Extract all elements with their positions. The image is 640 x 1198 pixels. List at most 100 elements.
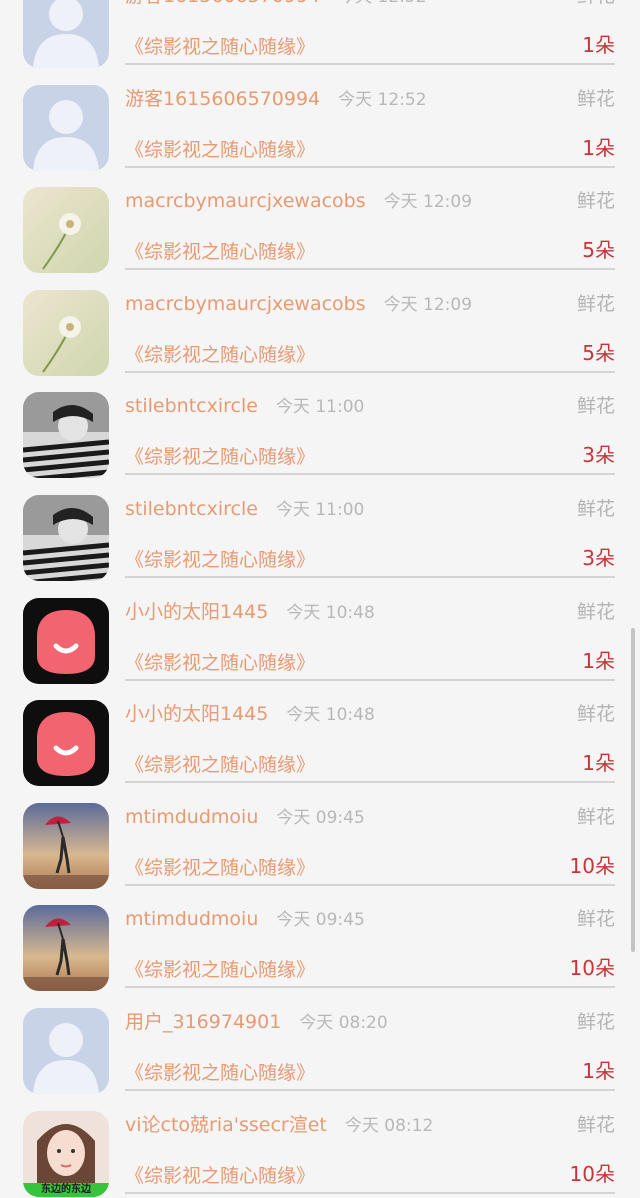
gift-record-row[interactable]: stilebntcxircle 今天 11:00 鲜花《综影视之随心随缘》 3朵: [0, 392, 640, 495]
gift-time: 今天 10:48: [286, 602, 375, 623]
book-title[interactable]: 《综影视之随心随缘》: [125, 750, 315, 780]
gift-record-row[interactable]: 游客1615606570994 今天 12:52 鲜花《综影视之随心随缘》 1朵: [0, 0, 640, 85]
gift-amount: 5朵: [582, 340, 615, 365]
user-name-text[interactable]: mtimdudmoiu: [125, 908, 258, 930]
user-name-text[interactable]: stilebntcxircle: [125, 498, 258, 520]
portrait-photo-icon[interactable]: [23, 495, 109, 581]
book-title[interactable]: 《综影视之随心随缘》: [125, 853, 315, 883]
gift-amount: 10朵: [569, 1161, 615, 1186]
user-name-text[interactable]: stilebntcxircle: [125, 395, 258, 417]
user-name[interactable]: 小小的太阳1445 今天 10:48: [125, 700, 375, 728]
gift-time: 今天 11:00: [275, 397, 365, 418]
book-title[interactable]: 《综影视之随心随缘》: [125, 135, 315, 165]
gift-type: 鲜花: [576, 1011, 615, 1033]
gift-record-row[interactable]: macrcbymaurcjxewacobs 今天 12:09 鲜花 《综影视之随心随缘…: [0, 289, 640, 393]
row-divider: [125, 781, 615, 784]
default-user-icon[interactable]: [23, 84, 109, 171]
smile-app-icon[interactable]: [23, 597, 109, 684]
user-name[interactable]: 小小的太阳1445 今天 10:48: [125, 598, 375, 626]
gift-time: 今天 08:12: [344, 1115, 434, 1136]
gift-time: 今天 12:52: [338, 0, 426, 7]
gift-record-row[interactable]: 小小的太阳1445 今天 10:48 鲜花《综影视之随心随缘》 1朵: [0, 597, 640, 701]
gift-amount: 1朵: [582, 33, 615, 57]
user-name[interactable]: 游客1615606570994 今天 12:52: [125, 85, 427, 113]
gift-amount: 1朵: [582, 135, 615, 160]
book-title[interactable]: 《综影视之随心随缘》: [125, 1058, 315, 1088]
gift-record-row[interactable]: stilebntcxircle 今天 11:00 鲜花《综影视之随心随缘》 3朵: [0, 495, 640, 598]
row-divider: [125, 883, 615, 886]
user-name-text[interactable]: 小小的太阳1445: [125, 601, 268, 623]
gift-record-row[interactable]: 小小的太阳1445 今天 10:48 鲜花《综影视之随心随缘》 1朵: [0, 700, 640, 803]
user-name[interactable]: stilebntcxircle 今天 11:00: [125, 495, 364, 523]
dandelion-icon[interactable]: [23, 187, 109, 274]
gift-record-row[interactable]: mtimdudmoiu 今天 09:45 鲜花《综影视之随心随缘》 10朵: [0, 905, 640, 1008]
book-title[interactable]: 《综影视之随心随缘》: [125, 237, 315, 267]
user-name-text[interactable]: macrcbymaurcjxewacobs: [125, 293, 366, 315]
user-name-text[interactable]: mtimdudmoiu: [125, 806, 258, 828]
default-user-icon[interactable]: [23, 0, 109, 68]
row-divider: [125, 268, 615, 271]
umbrella-girl-icon[interactable]: [23, 905, 109, 992]
book-title[interactable]: 《综影视之随心随缘》: [125, 955, 315, 985]
book-title[interactable]: 《综影视之随心随缘》: [125, 32, 315, 62]
gift-amount: 3朵: [582, 443, 615, 468]
gift-time: 今天 09:45: [276, 910, 365, 931]
gift-amount: 10朵: [569, 956, 615, 981]
row-divider: [125, 473, 615, 476]
book-title[interactable]: 《综影视之随心随缘》: [125, 442, 315, 472]
book-title[interactable]: 《综影视之随心随缘》: [125, 648, 315, 678]
gift-record-row[interactable]: 用户_316974901 今天 08:20 鲜花《综影视之随心随缘》 1朵: [0, 1008, 640, 1111]
dandelion-icon[interactable]: [23, 289, 109, 376]
gift-amount: 1朵: [582, 751, 615, 776]
user-name[interactable]: 用户_316974901 今天 08:20: [125, 1008, 388, 1036]
user-name-text[interactable]: 用户_316974901: [125, 1011, 281, 1033]
umbrella-girl-icon[interactable]: [23, 802, 109, 889]
user-name[interactable]: 游客1615606570994 今天 12:52: [125, 0, 427, 10]
gift-time: 今天 08:20: [299, 1013, 388, 1033]
gift-record-row[interactable]: macrcbymaurcjxewacobs 今天 12:09 鲜花《综影视之随心随缘…: [0, 187, 640, 290]
gift-record-row[interactable]: mtimdudmoiu 今天 09:45 鲜花 《综影视之随心随缘》 10朵: [0, 802, 640, 906]
gift-amount: 3朵: [582, 546, 615, 570]
book-title[interactable]: 《综影视之随心随缘》: [125, 1161, 315, 1191]
gift-amount: 5朵: [582, 238, 615, 263]
gift-type: 鲜花: [576, 703, 615, 726]
gift-time: 今天 10:48: [286, 705, 375, 726]
user-name-text[interactable]: 小小的太阳1445: [125, 703, 268, 725]
girl-photo-icon[interactable]: 东边的东边: [23, 1110, 109, 1197]
gift-type: 鲜花: [576, 87, 615, 110]
row-divider: [125, 678, 615, 681]
user-name[interactable]: mtimdudmoiu 今天 09:45: [125, 803, 365, 831]
portrait-photo-icon[interactable]: [23, 392, 109, 479]
gift-record-row[interactable]: 东边的东边 vi论cto兢ria'ssecr渲et 今天 08:12 鲜花《综影视之随…: [0, 1110, 640, 1198]
smile-app-icon[interactable]: [23, 700, 109, 787]
gift-type: 鲜花: [576, 395, 615, 418]
user-name[interactable]: macrcbymaurcjxewacobs 今天 12:09: [125, 187, 472, 215]
user-name[interactable]: mtimdudmoiu 今天 09:45: [125, 905, 365, 933]
gift-time: 今天 11:00: [275, 500, 365, 520]
user-name-text[interactable]: 游客1615606570994: [125, 88, 320, 110]
gift-amount: 1朵: [582, 648, 615, 673]
user-name-text[interactable]: vi论cto兢ria'ssecr渲et: [125, 1114, 327, 1136]
gift-time: 今天 09:45: [276, 807, 365, 828]
user-name[interactable]: macrcbymaurcjxewacobs 今天 12:09: [125, 290, 472, 318]
user-name-text[interactable]: 游客1615606570994: [125, 0, 320, 7]
gift-amount: 1朵: [582, 1059, 615, 1083]
gift-time: 今天 12:52: [338, 89, 427, 110]
user-name[interactable]: stilebntcxircle 今天 11:00: [125, 392, 364, 420]
default-user-icon[interactable]: [23, 1008, 109, 1094]
gift-type: 鲜花: [576, 908, 615, 931]
book-title[interactable]: 《综影视之随心随缘》: [125, 545, 315, 575]
vertical-scrollbar[interactable]: [631, 628, 635, 952]
gift-time: 今天 12:09: [383, 192, 473, 213]
gift-record-row[interactable]: 游客1615606570994 今天 12:52 鲜花《综影视之随心随缘》 1朵: [0, 84, 640, 188]
gift-type: 鲜花: [576, 498, 615, 520]
book-title[interactable]: 《综影视之随心随缘》: [125, 340, 315, 370]
row-divider: [125, 63, 615, 65]
gift-type: 鲜花: [576, 1113, 615, 1136]
user-name-text[interactable]: macrcbymaurcjxewacobs: [125, 190, 366, 212]
gift-type: 鲜花: [576, 600, 615, 623]
avatar-sticker-text: 东边的东边: [23, 1182, 109, 1197]
gift-type: 鲜花: [576, 190, 615, 213]
user-name[interactable]: vi论cto兢ria'ssecr渲et 今天 08:12: [125, 1111, 433, 1139]
row-divider: [125, 576, 615, 578]
